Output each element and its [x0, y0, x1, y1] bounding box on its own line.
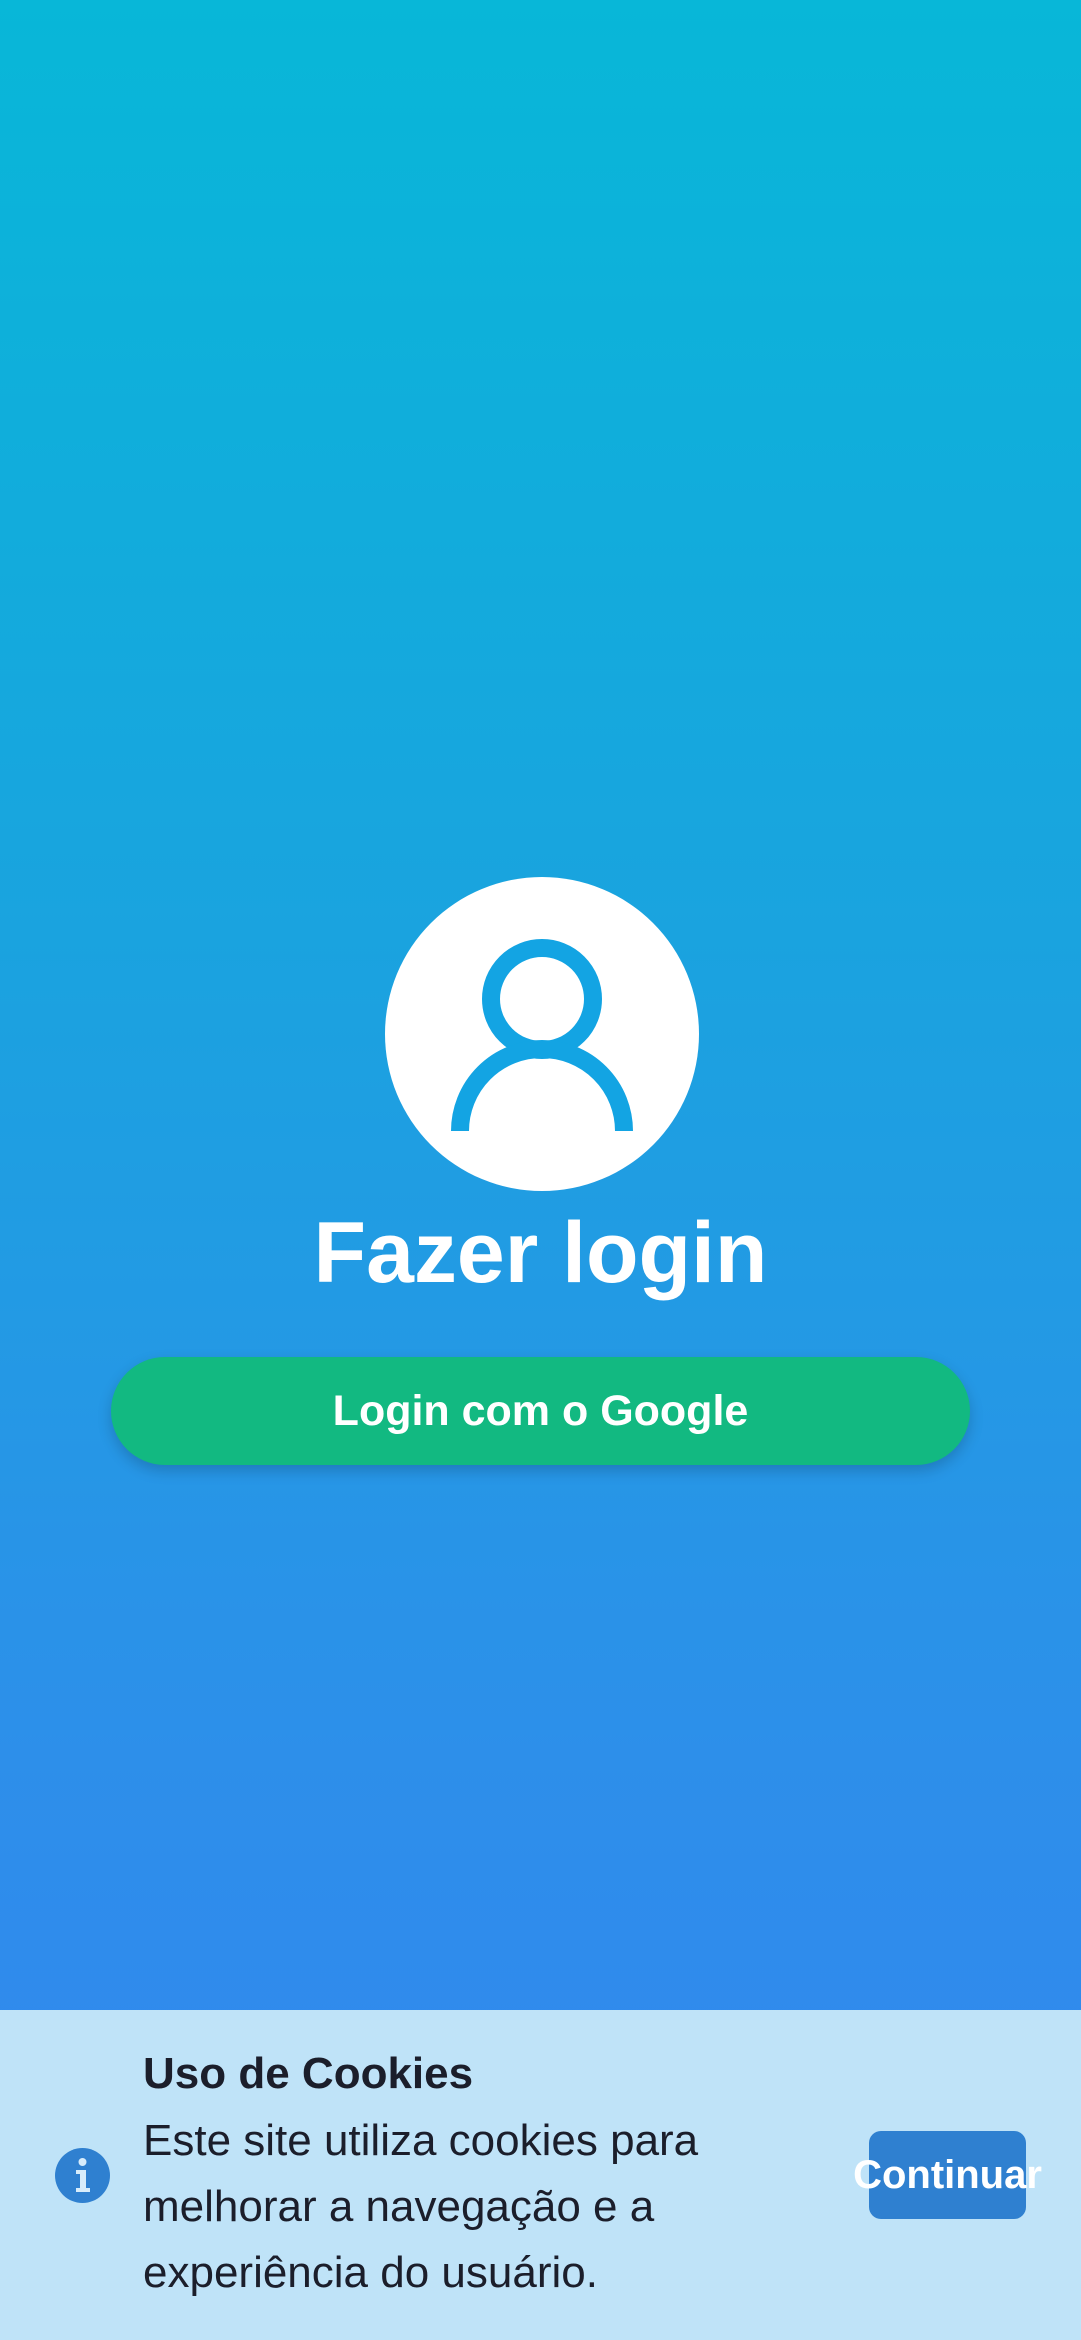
continue-button[interactable]: Continuar	[853, 2131, 1042, 2219]
cookie-title: Uso de Cookies	[143, 2049, 474, 2098]
info-icon	[55, 2148, 110, 2203]
login-screen: Fazer login Login com o Google	[0, 0, 1081, 2010]
user-icon	[451, 939, 633, 1132]
avatar	[385, 877, 699, 1191]
page-title: Fazer login	[313, 1205, 768, 1301]
google-login-button[interactable]: Login com o Google	[111, 1357, 970, 1465]
cookie-message: Este site utiliza cookies para melhorar …	[143, 2116, 699, 2297]
